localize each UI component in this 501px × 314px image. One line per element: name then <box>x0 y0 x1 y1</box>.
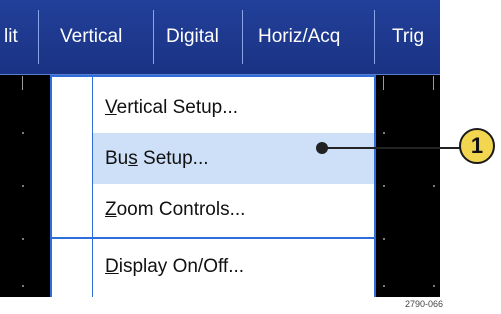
menu-item-vertical-setup[interactable]: Vertical Setup... <box>93 82 374 133</box>
mnemonic-letter: s <box>128 148 138 169</box>
menu-vertical[interactable]: Vertical <box>60 0 122 74</box>
callout-leader-dot <box>316 142 328 154</box>
menu-utilities[interactable]: lit <box>4 0 18 74</box>
graticule-dot <box>383 238 385 240</box>
vertical-dropdown-menu: Vertical Setup... Bus Setup... Zoom Cont… <box>50 75 376 297</box>
menu-item-label: oom Controls... <box>116 199 246 220</box>
menu-separator <box>52 237 374 239</box>
menu-divider <box>374 10 375 64</box>
graticule-dot <box>383 132 385 134</box>
graticule-dot <box>22 238 24 240</box>
menu-horiz-acq[interactable]: Horiz/Acq <box>258 0 340 74</box>
menu-item-label: ertical Setup... <box>116 97 239 118</box>
graticule-dot <box>22 132 24 134</box>
menu-item-zoom-controls[interactable]: Zoom Controls... <box>93 184 374 235</box>
mnemonic-letter: D <box>105 256 119 277</box>
graticule-dot <box>383 285 385 287</box>
graticule-tick <box>383 76 384 90</box>
graticule-dot <box>433 285 435 287</box>
menu-item-display-on-off[interactable]: Display On/Off... <box>93 241 374 292</box>
graticule-dot <box>433 185 435 187</box>
graticule-tick <box>22 76 23 90</box>
menu-item-label: isplay On/Off... <box>118 256 245 277</box>
menu-item-bus-setup[interactable]: Bus Setup... <box>93 133 374 184</box>
menu-divider <box>153 10 154 64</box>
menu-trig[interactable]: Trig <box>392 0 424 74</box>
menu-bar: lit Vertical Digital Horiz/Acq Trig <box>0 0 440 75</box>
menu-divider <box>38 10 39 64</box>
graticule-dot <box>22 185 24 187</box>
menu-item-label: Bu <box>105 148 129 169</box>
mnemonic-letter: V <box>105 97 117 118</box>
menu-gutter <box>52 77 93 297</box>
menu-item-label: Setup... <box>137 148 209 169</box>
graticule-dot <box>22 285 24 287</box>
menu-digital[interactable]: Digital <box>166 0 219 74</box>
figure-code: 2790-066 <box>405 299 444 309</box>
mnemonic-letter: Z <box>105 199 117 220</box>
graticule-tick <box>433 76 434 90</box>
callout-number-badge: 1 <box>459 128 495 164</box>
callout-leader-line <box>322 147 462 149</box>
menu-divider <box>242 10 243 64</box>
graticule-dot <box>383 185 385 187</box>
